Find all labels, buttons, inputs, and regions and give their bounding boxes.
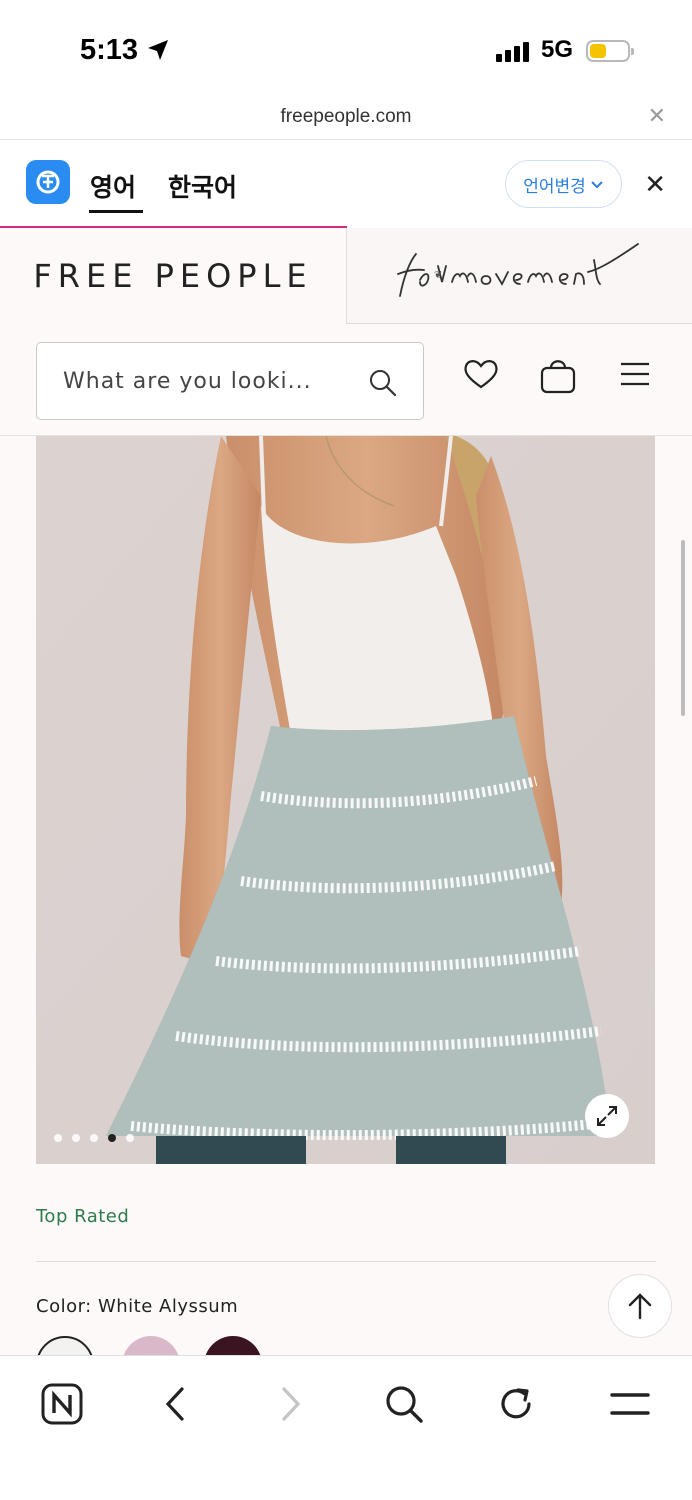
change-language-button[interactable]: 언어변경 [505,160,622,208]
active-tab-indicator [89,210,143,213]
close-icon[interactable]: ✕ [644,170,666,200]
naver-icon [41,1383,83,1425]
refresh-icon [501,1388,531,1419]
expand-icon [597,1106,617,1126]
change-language-label: 언어변경 [523,176,586,197]
carousel-dot[interactable] [126,1134,134,1142]
refresh-button[interactable] [486,1378,546,1430]
brand-tab-fp-movement[interactable]: ❦ [346,228,692,324]
carousel-dot[interactable] [90,1134,98,1142]
color-label: Color: White Alyssum [36,1296,239,1317]
chevron-down-icon [591,181,603,189]
svg-text:❦: ❦ [434,270,442,281]
color-swatch-white[interactable] [36,1336,94,1355]
naver-home-button[interactable] [32,1378,92,1430]
rating-badge: Top Rated [36,1206,130,1227]
carousel-dot[interactable] [54,1134,62,1142]
translator-logo-icon [26,160,70,204]
product-image[interactable] [36,436,655,1164]
menu-button[interactable] [600,1378,660,1430]
url-text[interactable]: freepeople.com [0,106,692,128]
forward-button[interactable] [260,1378,320,1430]
back-icon [165,1387,184,1421]
bag-icon[interactable] [540,356,576,394]
brand-logo: FREE PEOPLE [33,257,313,295]
divider [36,1261,656,1262]
scroll-to-top-button[interactable] [608,1274,672,1338]
heart-icon[interactable] [462,356,500,392]
search-input[interactable] [63,363,353,399]
url-bar[interactable]: freepeople.com ✕ [0,96,692,140]
cellular-signal-icon [496,42,529,62]
location-arrow-icon [148,40,168,60]
browser-toolbar [0,1355,692,1500]
status-time: 5:13 [80,34,139,66]
expand-image-button[interactable] [585,1094,629,1138]
brand-tab-free-people[interactable]: FREE PEOPLE [0,228,346,324]
brand-tabs: FREE PEOPLE ❦ [0,228,692,324]
color-swatch-burgundy[interactable] [204,1336,262,1355]
menu-icon [610,1393,650,1415]
carousel-dots[interactable] [54,1134,134,1142]
search-button[interactable] [374,1378,434,1430]
status-bar: 5:13 5G [0,0,692,96]
webpage: FREE PEOPLE ❦ What are you looki... Top … [0,228,692,1355]
network-type: 5G [541,36,574,63]
tab-english[interactable]: 영어 [90,168,136,204]
translation-bar: 영어 한국어 언어변경 ✕ [0,140,692,230]
page-scrollbar[interactable] [681,540,685,716]
search-icon [386,1386,423,1423]
carousel-dot[interactable] [72,1134,80,1142]
close-icon[interactable]: ✕ [648,104,666,129]
product-photo [36,436,655,1164]
battery-icon [586,40,634,62]
search-icon[interactable] [367,367,399,399]
carousel-dot-active[interactable] [108,1134,116,1142]
fp-movement-logo: ❦ [396,242,639,297]
back-button[interactable] [146,1378,206,1430]
color-swatch-pink[interactable] [122,1336,180,1355]
menu-icon[interactable] [620,362,650,386]
header-row [0,324,692,436]
arrow-up-icon [628,1293,652,1320]
search-box[interactable] [36,342,424,420]
tab-korean[interactable]: 한국어 [168,168,237,204]
forward-icon [282,1387,301,1421]
